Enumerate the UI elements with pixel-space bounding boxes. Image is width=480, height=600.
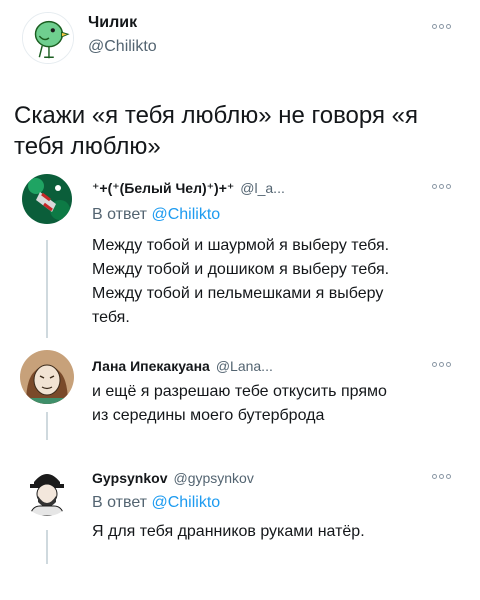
text-line: из середины моего бутерброда: [92, 407, 325, 424]
author-handle[interactable]: @l_a...: [240, 180, 285, 197]
avatar[interactable]: [20, 350, 74, 404]
thread-line: [46, 412, 48, 440]
thread-line: [46, 240, 48, 338]
more-dots-icon[interactable]: [432, 474, 451, 479]
text-line: Я для тебя дранников руками натёр.: [92, 523, 365, 540]
tweet-text: и ещё я разрешаю тебе откусить прямо из …: [92, 380, 452, 428]
author-handle[interactable]: @Chilikto: [88, 38, 157, 56]
author-name[interactable]: Gypsynkov: [92, 470, 167, 486]
mention-link[interactable]: @Chilikto: [151, 206, 220, 223]
reply-to: В ответ @Chilikto: [92, 206, 220, 224]
text-line: Между тобой и шаурмой я выберу тебя.: [92, 237, 390, 254]
reply-to: В ответ @Chilikto: [92, 494, 220, 512]
text-line: Между тобой и пельмешками я выберу: [92, 285, 384, 302]
more-dots-icon[interactable]: [432, 184, 451, 189]
author-name[interactable]: ⁺+(⁺(Белый Чел)⁺)+⁺: [92, 180, 234, 197]
more-dots-icon[interactable]: [432, 362, 451, 367]
avatar[interactable]: [20, 462, 74, 516]
mention-link[interactable]: @Chilikto: [151, 494, 220, 511]
author-handle[interactable]: @Lana...: [216, 358, 273, 374]
tweet-text: Скажи «я тебя люблю» не говоря «я тебя л…: [14, 102, 418, 160]
tweet-text: Я для тебя дранников руками натёр.: [92, 520, 452, 544]
reply-to-label: В ответ: [92, 206, 148, 223]
text-line: Между тобой и дошиком я выберу тебя.: [92, 261, 390, 278]
author-name[interactable]: Чилик: [88, 14, 137, 32]
text-line: тебя.: [92, 309, 130, 326]
tweet-text: Между тобой и шаурмой я выберу тебя. Меж…: [92, 234, 452, 330]
reply-to-label: В ответ: [92, 494, 148, 511]
thread-line: [46, 530, 48, 564]
author-handle[interactable]: @gypsynkov: [173, 470, 253, 486]
avatar[interactable]: [22, 12, 74, 64]
avatar[interactable]: [22, 174, 72, 224]
more-dots-icon[interactable]: [432, 24, 451, 29]
text-line: и ещё я разрешаю тебе откусить прямо: [92, 383, 387, 400]
author-name[interactable]: Лана Ипекакуана: [92, 358, 210, 374]
